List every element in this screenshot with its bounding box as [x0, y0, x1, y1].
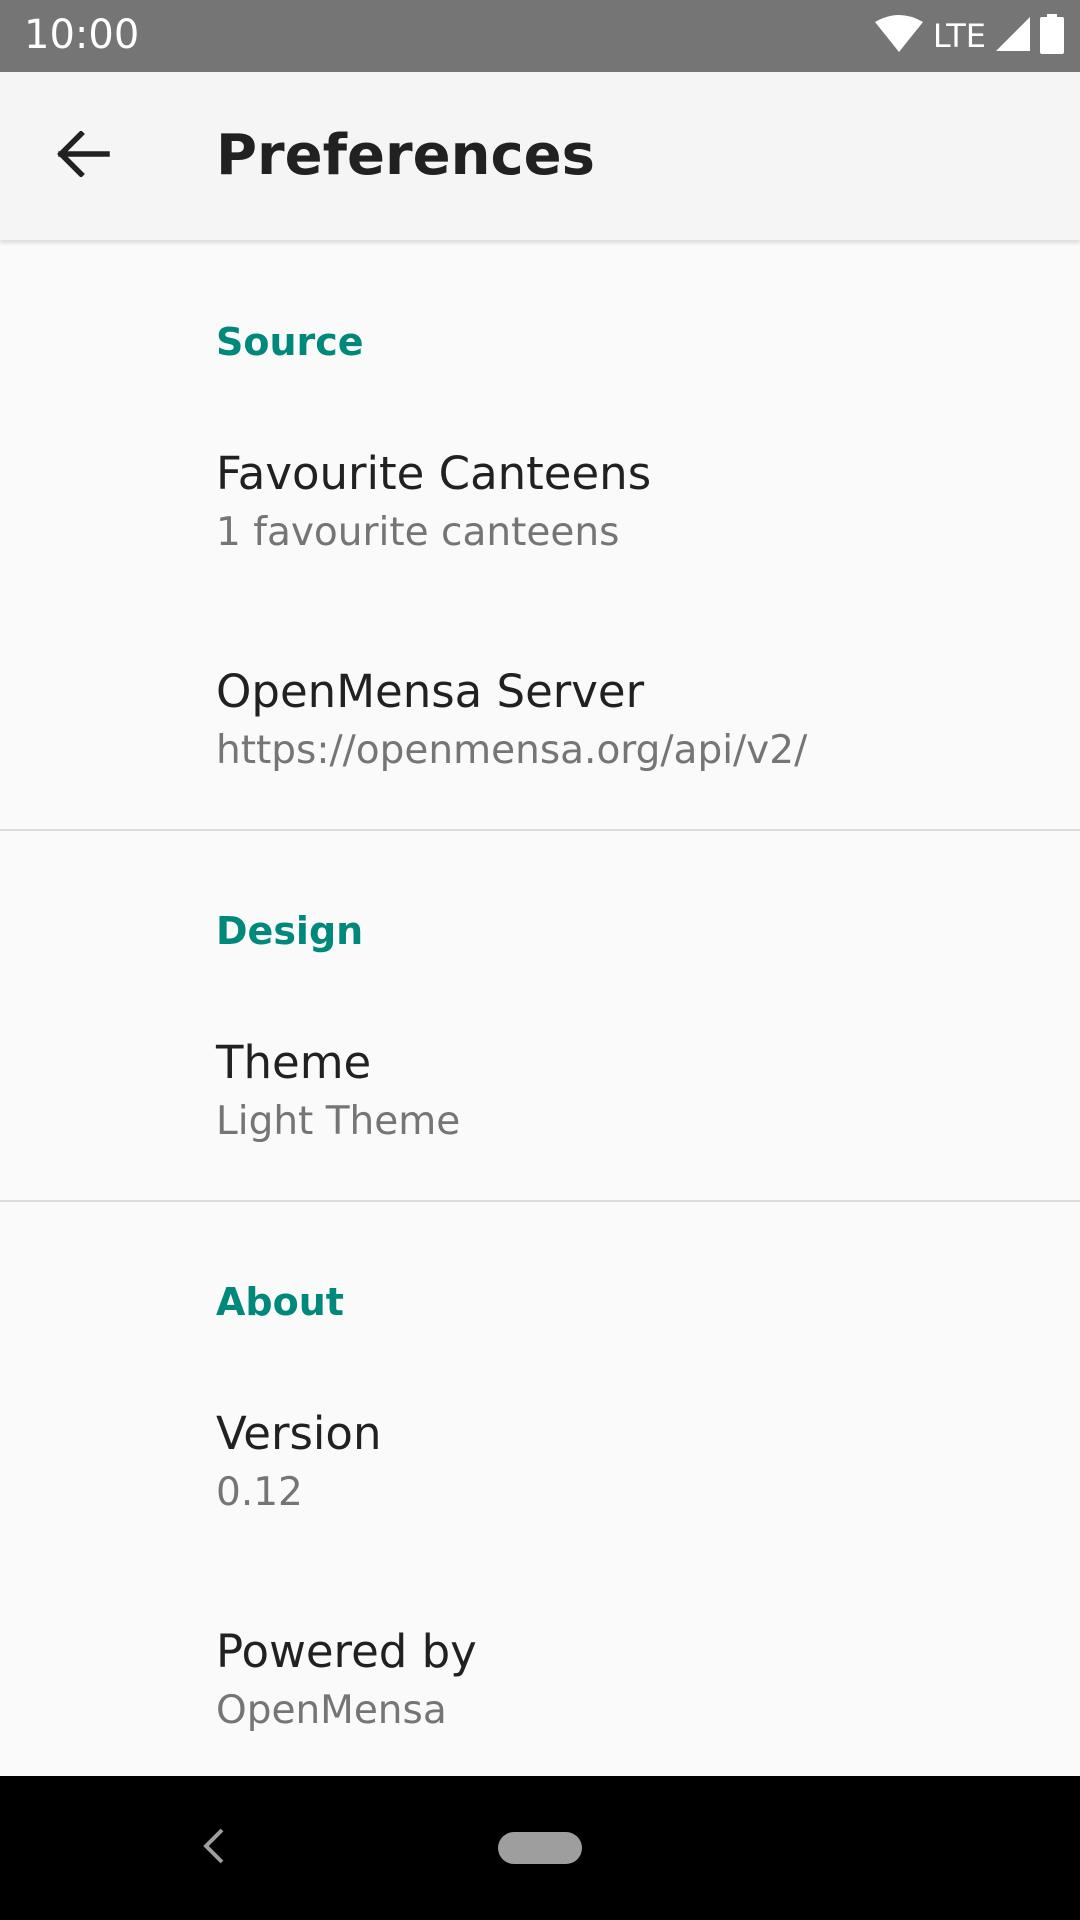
network-type-label: LTE: [932, 17, 986, 55]
battery-icon: [1040, 14, 1064, 58]
nav-back-button[interactable]: [186, 1820, 242, 1876]
pref-title: OpenMensa Server: [216, 665, 645, 718]
arrow-back-icon: [57, 130, 111, 181]
pref-theme[interactable]: Theme Light Theme: [0, 1035, 1080, 1145]
divider: [0, 829, 1080, 831]
page-title: Preferences: [216, 123, 595, 188]
wifi-icon: [874, 14, 923, 58]
app-bar: Preferences: [0, 72, 1080, 240]
pref-title: Powered by: [216, 1625, 477, 1678]
status-icons: LTE: [874, 14, 1064, 58]
back-button[interactable]: [40, 112, 128, 200]
pref-title: Version: [216, 1407, 382, 1460]
chevron-left-icon: [202, 1828, 226, 1868]
pref-powered-by[interactable]: Powered by OpenMensa: [0, 1624, 1080, 1734]
pref-summary: https://openmensa.org/api/v2/: [216, 728, 808, 773]
pref-summary: Light Theme: [216, 1099, 461, 1144]
pref-summary: 1 favourite canteens: [216, 510, 620, 555]
nav-home-pill[interactable]: [498, 1832, 582, 1864]
status-bar: 10:00 LTE: [0, 0, 1080, 72]
status-time: 10:00: [24, 12, 140, 58]
category-header-source: Source: [216, 320, 364, 364]
pref-summary: OpenMensa: [216, 1688, 447, 1733]
system-nav-bar: [0, 1776, 1080, 1920]
pref-title: Theme: [216, 1036, 372, 1089]
pref-title: Favourite Canteens: [216, 447, 652, 500]
category-header-design: Design: [216, 909, 364, 953]
pref-summary: 0.12: [216, 1470, 303, 1515]
pref-version[interactable]: Version 0.12: [0, 1406, 1080, 1516]
pref-favourite-canteens[interactable]: Favourite Canteens 1 favourite canteens: [0, 446, 1080, 556]
signal-icon: [996, 17, 1030, 55]
category-header-about: About: [216, 1280, 344, 1324]
divider: [0, 1200, 1080, 1202]
pref-openmensa-server[interactable]: OpenMensa Server https://openmensa.org/a…: [0, 664, 1080, 774]
